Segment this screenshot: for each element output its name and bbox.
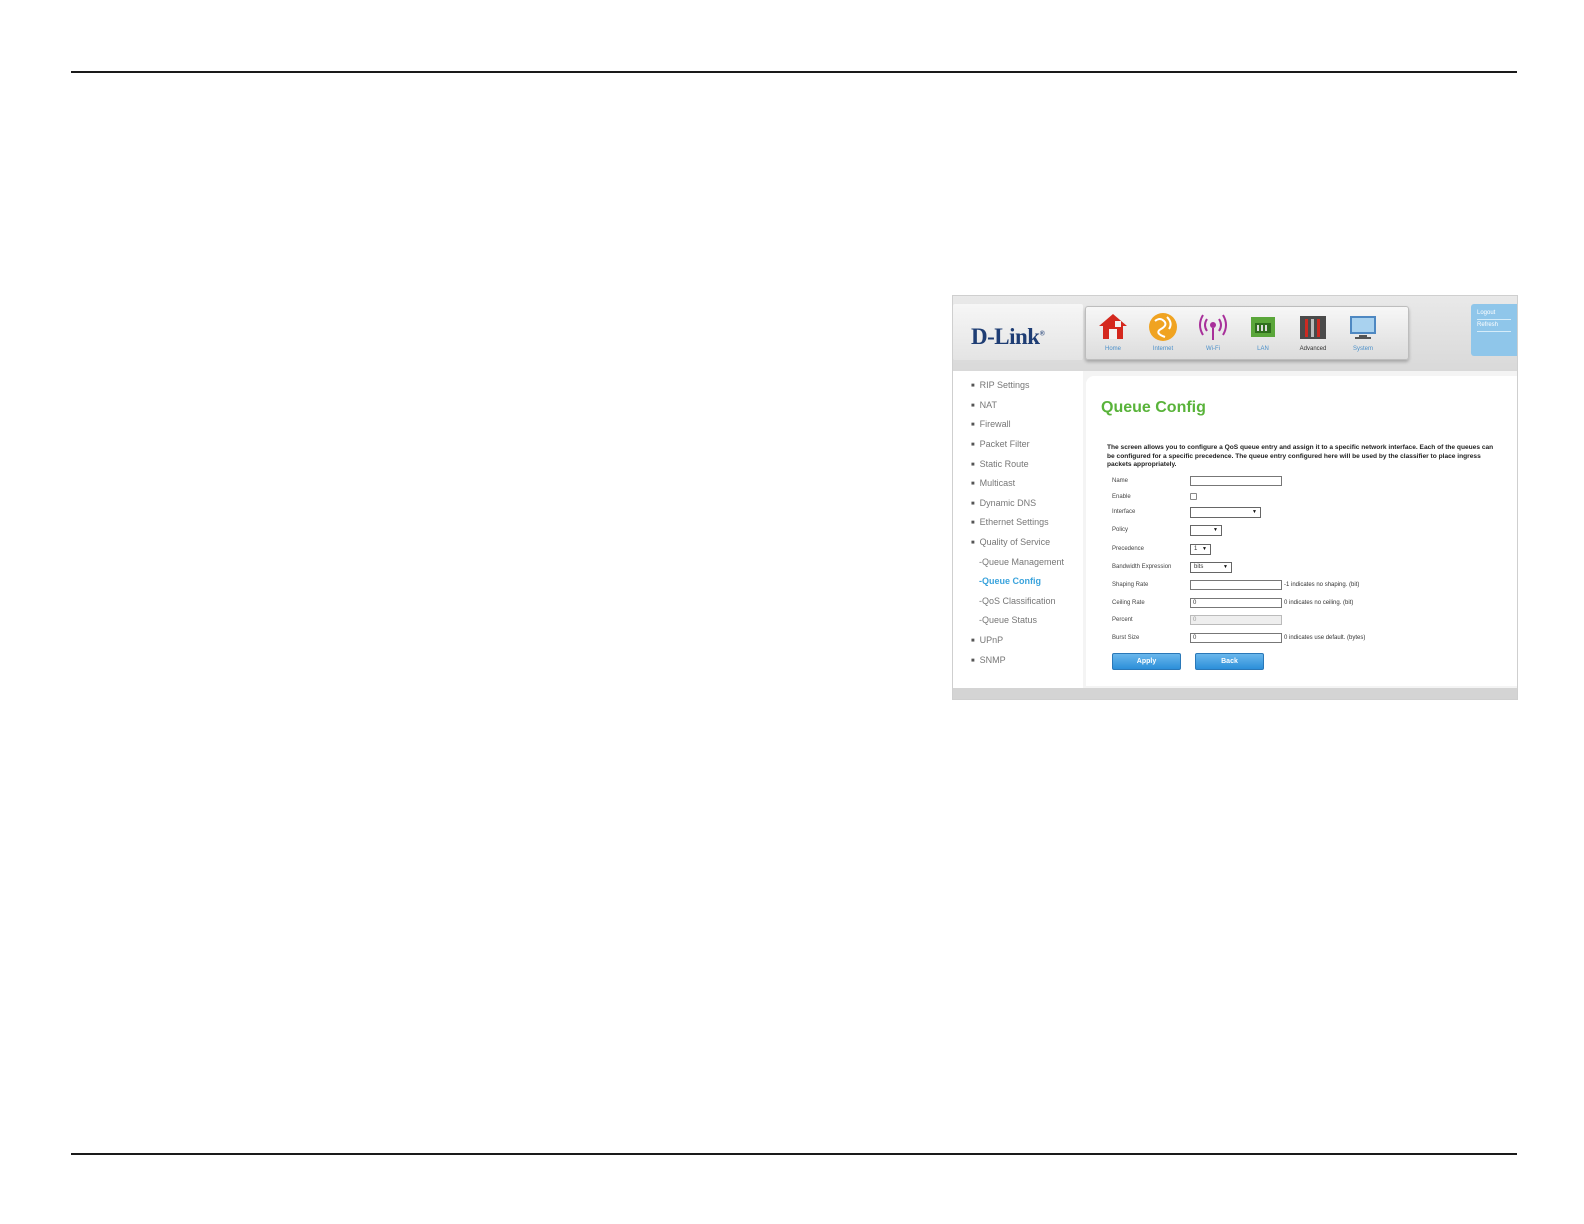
page-description: The screen allows you to configure a QoS… — [1107, 444, 1494, 468]
apply-button[interactable]: Apply — [1112, 653, 1181, 670]
globe-icon — [1149, 313, 1177, 341]
wifi-icon — [1199, 314, 1227, 340]
sidebar-item-upnp[interactable]: UPnP — [971, 635, 1004, 645]
top-navigation: Home Internet Wi-Fi LAN Advanced System — [1085, 306, 1409, 360]
sidebar-item-rip-settings[interactable]: RIP Settings — [971, 380, 1030, 390]
dlink-logo: D-Link® — [971, 324, 1045, 349]
account-panel: Logout Refresh — [1471, 304, 1517, 356]
page-title: Queue Config — [1101, 399, 1206, 416]
ceiling-rate-input[interactable]: 0 — [1190, 598, 1282, 608]
page-top-rule — [71, 71, 1517, 73]
nav-wifi[interactable]: Wi-Fi — [1190, 311, 1236, 352]
precedence-select[interactable]: 1 ▼ — [1190, 544, 1211, 555]
percent-input: 0 — [1190, 615, 1282, 625]
account-divider — [1477, 319, 1511, 320]
nav-system[interactable]: System — [1340, 311, 1386, 352]
burst-size-label: Burst Size — [1112, 635, 1140, 641]
shaping-rate-input[interactable] — [1190, 580, 1282, 590]
sidebar-item-quality-of-service[interactable]: Quality of Service — [971, 537, 1051, 547]
chevron-down-icon: ▼ — [1202, 546, 1207, 552]
page-bottom-rule — [71, 1153, 1517, 1155]
monitor-icon — [1350, 316, 1376, 339]
sidebar-item-firewall[interactable]: Firewall — [971, 419, 1011, 429]
interface-label: Interface — [1112, 509, 1136, 515]
nav-home[interactable]: Home — [1090, 311, 1136, 352]
burst-size-input[interactable]: 0 — [1190, 633, 1282, 643]
chevron-down-icon: ▼ — [1223, 564, 1228, 570]
policy-label: Policy — [1112, 527, 1129, 533]
sidebar-item-nat[interactable]: NAT — [971, 400, 997, 410]
policy-select[interactable]: ▼ — [1190, 525, 1222, 536]
logo-area: D-Link® — [953, 304, 1083, 360]
footer-bar — [953, 688, 1517, 699]
sidebar-item-packet-filter[interactable]: Packet Filter — [971, 439, 1030, 449]
sidebar-item-ethernet-settings[interactable]: Ethernet Settings — [971, 517, 1049, 527]
precedence-label: Precedence — [1112, 546, 1145, 552]
burst-size-hint: 0 indicates use default. (bytes) — [1284, 635, 1366, 641]
sidebar: RIP Settings NAT Firewall Packet Filter … — [953, 371, 1083, 699]
name-label: Name — [1112, 478, 1129, 484]
chevron-down-icon: ▼ — [1252, 509, 1257, 515]
percent-label: Percent — [1112, 617, 1133, 623]
enable-label: Enable — [1112, 494, 1131, 500]
nav-advanced[interactable]: Advanced — [1290, 311, 1336, 352]
account-divider — [1477, 331, 1511, 332]
name-input[interactable] — [1190, 476, 1282, 486]
sidebar-subitem-queue-management[interactable]: -Queue Management — [979, 557, 1064, 567]
bandwidth-expression-select[interactable]: bits ▼ — [1190, 562, 1232, 573]
sidebar-subitem-queue-status[interactable]: -Queue Status — [979, 615, 1037, 625]
chevron-down-icon: ▼ — [1213, 527, 1218, 533]
enable-checkbox[interactable] — [1190, 493, 1197, 500]
sidebar-subitem-queue-config[interactable]: -Queue Config — [979, 576, 1041, 586]
ceiling-rate-hint: 0 indicates no ceiling. (bit) — [1284, 600, 1354, 606]
ceiling-rate-label: Ceiling Rate — [1112, 600, 1145, 606]
sidebar-item-dynamic-dns[interactable]: Dynamic DNS — [971, 498, 1037, 508]
interface-select[interactable]: ▼ — [1190, 507, 1261, 518]
header-bar: D-Link® Home Internet Wi-Fi LAN Advanced — [953, 296, 1517, 371]
nav-lan[interactable]: LAN — [1240, 311, 1286, 352]
sidebar-subitem-qos-classification[interactable]: -QoS Classification — [979, 596, 1056, 606]
sidebar-item-static-route[interactable]: Static Route — [971, 459, 1029, 469]
bandwidth-expression-label: Bandwidth Expression — [1112, 564, 1172, 570]
lan-icon — [1251, 317, 1275, 337]
sidebar-item-snmp[interactable]: SNMP — [971, 655, 1006, 665]
shaping-rate-hint: -1 indicates no shaping. (bit) — [1284, 582, 1360, 588]
shaping-rate-label: Shaping Rate — [1112, 582, 1149, 588]
back-button[interactable]: Back — [1195, 653, 1264, 670]
home-icon — [1099, 314, 1127, 339]
router-ui-screenshot: D-Link® Home Internet Wi-Fi LAN Advanced — [952, 295, 1518, 700]
tools-icon — [1300, 316, 1326, 339]
refresh-link[interactable]: Refresh — [1477, 322, 1517, 328]
nav-internet[interactable]: Internet — [1140, 311, 1186, 352]
sidebar-item-multicast[interactable]: Multicast — [971, 478, 1016, 488]
main-content: Queue Config The screen allows you to co… — [1086, 376, 1517, 686]
logout-link[interactable]: Logout — [1477, 310, 1517, 316]
